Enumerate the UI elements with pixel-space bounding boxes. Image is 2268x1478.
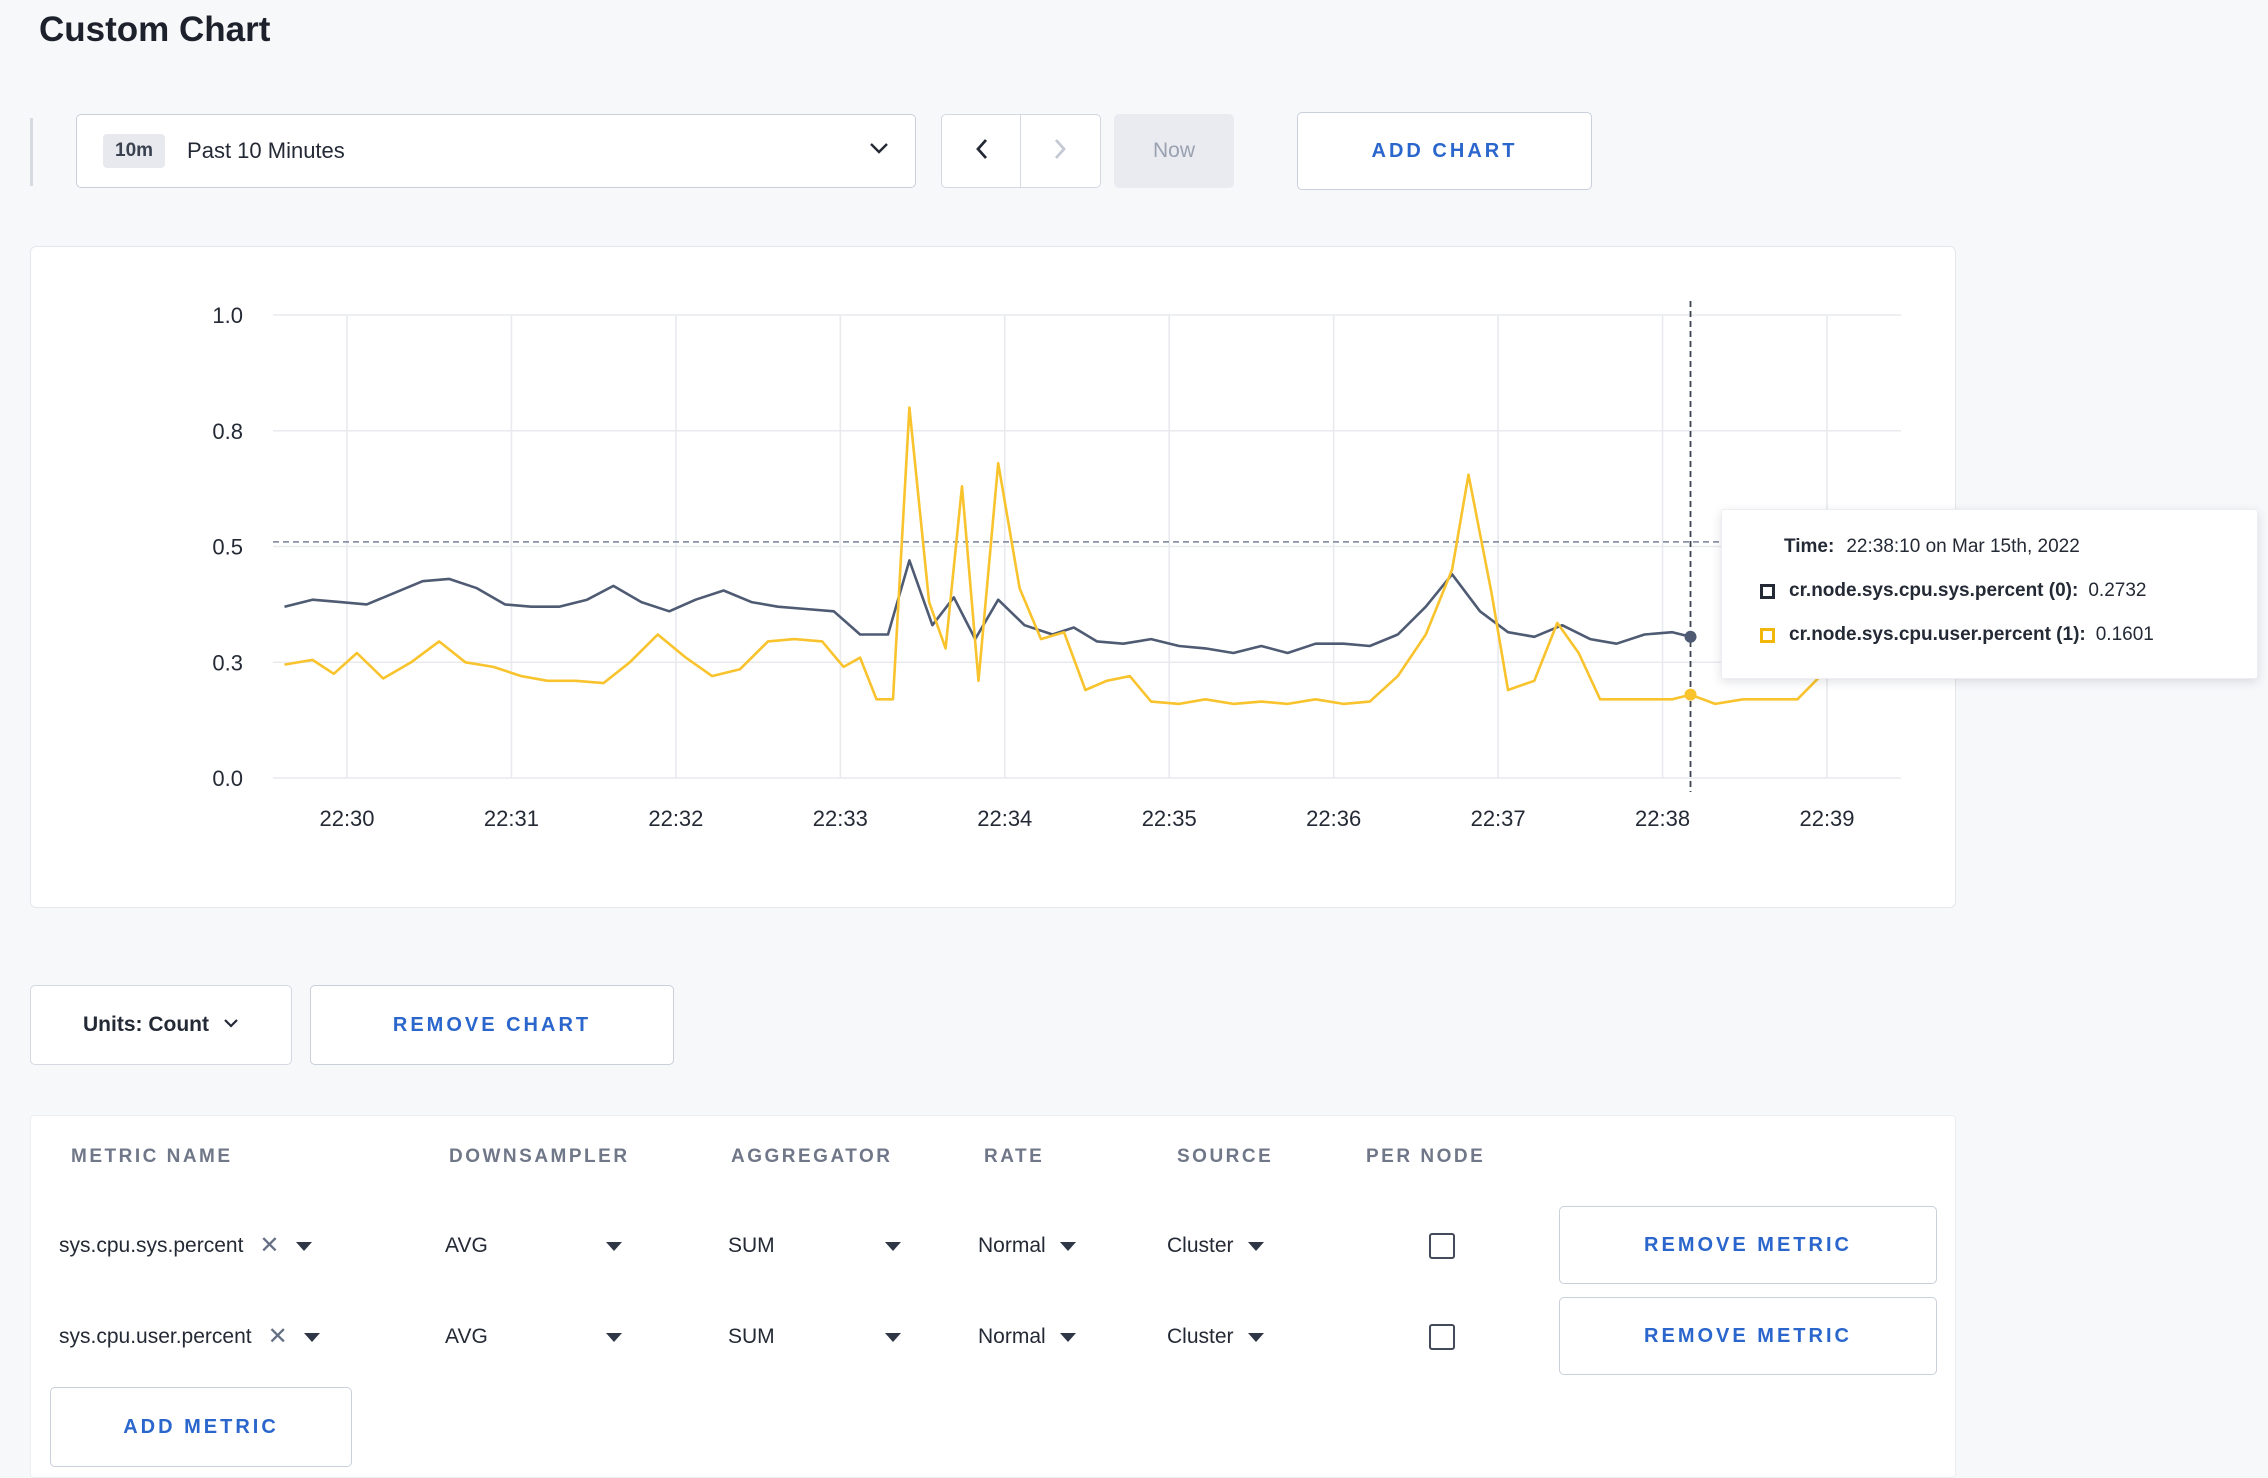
time-nav-group xyxy=(941,114,1101,188)
col-header-aggregator: AGGREGATOR xyxy=(731,1146,893,1167)
chart-svg[interactable]: 0.0 0.3 0.5 0.8 1.0 22:30 22:31 22:32 22:33 22:34… xyxy=(31,247,1955,907)
rate-value: Normal xyxy=(978,1325,1046,1348)
remove-metric-button[interactable]: REMOVE METRIC xyxy=(1559,1297,1937,1375)
svg-text:22:36: 22:36 xyxy=(1306,806,1361,831)
svg-text:22:30: 22:30 xyxy=(319,806,374,831)
col-header-per-node: PER NODE xyxy=(1366,1146,1486,1167)
caret-down-icon xyxy=(295,1241,312,1251)
page-title: Custom Chart xyxy=(39,10,271,49)
caret-down-icon xyxy=(1247,1332,1264,1342)
chevron-down-icon xyxy=(223,1016,239,1034)
col-header-metric-name: METRIC NAME xyxy=(71,1146,233,1167)
svg-text:0.3: 0.3 xyxy=(212,650,243,675)
metric-name-value: sys.cpu.sys.percent xyxy=(59,1234,244,1257)
clear-metric-icon[interactable]: ✕ xyxy=(259,1234,279,1258)
time-range-dropdown[interactable]: 10m Past 10 Minutes xyxy=(76,114,916,188)
clear-metric-icon[interactable]: ✕ xyxy=(268,1325,288,1349)
metric-name-select[interactable]: sys.cpu.sys.percent ✕ xyxy=(59,1206,312,1286)
tooltip-time-value: 22:38:10 on Mar 15th, 2022 xyxy=(1846,536,2080,557)
time-range-label: Past 10 Minutes xyxy=(187,138,345,163)
tooltip-series-row: cr.node.sys.cpu.user.percent (1): 0.1601 xyxy=(1722,624,2257,646)
units-dropdown[interactable]: Units: Count xyxy=(30,985,292,1065)
chevron-down-icon xyxy=(869,142,889,160)
now-button[interactable]: Now xyxy=(1114,114,1234,188)
caret-down-icon xyxy=(884,1241,901,1251)
col-header-rate: RATE xyxy=(984,1146,1045,1167)
chart-panel: 0.0 0.3 0.5 0.8 1.0 22:30 22:31 22:32 22:33 22:34… xyxy=(30,246,1956,908)
source-value: Cluster xyxy=(1167,1325,1234,1348)
rate-select[interactable]: Normal xyxy=(978,1297,1076,1377)
svg-text:0.0: 0.0 xyxy=(212,766,243,791)
tooltip-sys-label: cr.node.sys.cpu.sys.percent (0): xyxy=(1789,580,2079,601)
add-chart-button[interactable]: ADD CHART xyxy=(1297,112,1592,190)
caret-down-icon xyxy=(1059,1241,1076,1251)
col-header-source: SOURCE xyxy=(1177,1146,1274,1167)
tooltip-time-row: Time: 22:38:10 on Mar 15th, 2022 xyxy=(1722,536,2257,558)
add-metric-button[interactable]: ADD METRIC xyxy=(50,1387,352,1467)
downsampler-select[interactable]: AVG xyxy=(445,1206,622,1286)
svg-text:22:35: 22:35 xyxy=(1142,806,1197,831)
tooltip-series-row: cr.node.sys.cpu.sys.percent (0): 0.2732 xyxy=(1722,580,2257,602)
aggregator-select[interactable]: SUM xyxy=(728,1206,901,1286)
table-row: sys.cpu.sys.percent ✕ AVG SUM Normal Clu… xyxy=(31,1206,1955,1286)
time-prev-button[interactable] xyxy=(941,114,1021,188)
svg-text:22:39: 22:39 xyxy=(1799,806,1854,831)
aggregator-value: SUM xyxy=(728,1234,775,1257)
col-header-downsampler: DOWNSAMPLER xyxy=(449,1146,630,1167)
per-node-checkbox[interactable] xyxy=(1429,1324,1455,1350)
svg-text:22:33: 22:33 xyxy=(813,806,868,831)
rate-select[interactable]: Normal xyxy=(978,1206,1076,1286)
svg-text:22:37: 22:37 xyxy=(1471,806,1526,831)
source-select[interactable]: Cluster xyxy=(1167,1206,1264,1286)
svg-text:22:32: 22:32 xyxy=(648,806,703,831)
rate-value: Normal xyxy=(978,1234,1046,1257)
metric-name-select[interactable]: sys.cpu.user.percent ✕ xyxy=(59,1297,320,1377)
per-node-cell xyxy=(1429,1206,1455,1286)
per-node-cell xyxy=(1429,1297,1455,1377)
metric-name-value: sys.cpu.user.percent xyxy=(59,1325,252,1348)
sys-series-swatch-icon xyxy=(1760,583,1775,599)
remove-metric-button[interactable]: REMOVE METRIC xyxy=(1559,1206,1937,1284)
time-range-badge: 10m xyxy=(103,134,166,168)
chart-tooltip: Time: 22:38:10 on Mar 15th, 2022 cr.node… xyxy=(1721,509,2258,679)
aggregator-value: SUM xyxy=(728,1325,775,1348)
downsampler-value: AVG xyxy=(445,1234,488,1257)
svg-text:0.5: 0.5 xyxy=(212,535,243,560)
toolbar-divider xyxy=(30,118,33,186)
user-series-swatch-icon xyxy=(1760,627,1775,643)
tooltip-user-label: cr.node.sys.cpu.user.percent (1): xyxy=(1789,624,2086,645)
caret-down-icon xyxy=(605,1241,622,1251)
downsampler-select[interactable]: AVG xyxy=(445,1297,622,1377)
caret-down-icon xyxy=(1247,1241,1264,1251)
caret-down-icon xyxy=(1059,1332,1076,1342)
tooltip-user-value: 0.1601 xyxy=(2095,624,2154,645)
source-select[interactable]: Cluster xyxy=(1167,1297,1264,1377)
caret-down-icon xyxy=(303,1332,320,1342)
time-next-button[interactable] xyxy=(1021,114,1101,188)
chevron-left-icon xyxy=(974,137,989,166)
tooltip-sys-value: 0.2732 xyxy=(2088,580,2147,601)
source-value: Cluster xyxy=(1167,1234,1234,1257)
svg-text:22:34: 22:34 xyxy=(977,806,1032,831)
custom-chart-page: Custom Chart 10m Past 10 Minutes Now ADD… xyxy=(0,0,2268,1478)
metrics-table: METRIC NAME DOWNSAMPLER AGGREGATOR RATE … xyxy=(30,1115,1956,1478)
table-row: sys.cpu.user.percent ✕ AVG SUM Normal Cl… xyxy=(31,1297,1955,1377)
units-label: Units: Count xyxy=(83,1013,209,1036)
downsampler-value: AVG xyxy=(445,1325,488,1348)
svg-text:0.8: 0.8 xyxy=(212,419,243,444)
svg-text:1.0: 1.0 xyxy=(212,303,243,328)
chevron-right-icon xyxy=(1053,137,1068,166)
caret-down-icon xyxy=(884,1332,901,1342)
tooltip-time-label: Time: xyxy=(1784,536,1835,557)
caret-down-icon xyxy=(605,1332,622,1342)
per-node-checkbox[interactable] xyxy=(1429,1233,1455,1259)
svg-text:22:31: 22:31 xyxy=(484,806,539,831)
remove-chart-button[interactable]: REMOVE CHART xyxy=(310,985,674,1065)
svg-text:22:38: 22:38 xyxy=(1635,806,1690,831)
aggregator-select[interactable]: SUM xyxy=(728,1297,901,1377)
